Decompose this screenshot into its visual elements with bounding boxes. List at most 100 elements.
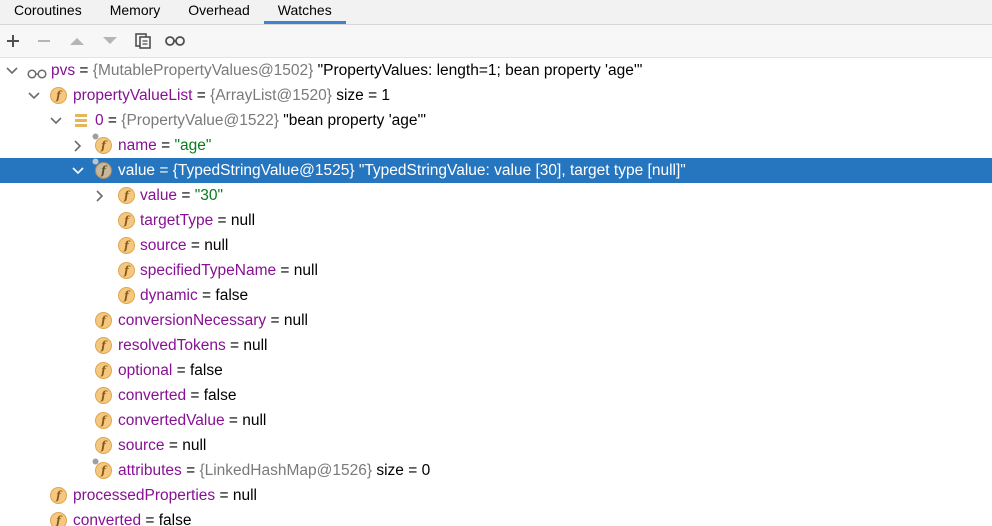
tree-row-resolvedtokens[interactable]: f resolvedTokens = null <box>0 333 992 358</box>
node-equals: = <box>266 312 284 329</box>
tree-row-propertyvaluelist[interactable]: f propertyValueList = {ArrayList@1520} s… <box>0 83 992 108</box>
field-icon: f <box>50 487 67 504</box>
node-value: null <box>283 312 308 329</box>
tree-row-source-2[interactable]: f source = null <box>0 433 992 458</box>
node-name: dynamic <box>140 287 198 304</box>
tree-row-targettype[interactable]: f targetType = null <box>0 208 992 233</box>
tree-row-specifiedtypename[interactable]: f specifiedTypeName = null <box>0 258 992 283</box>
node-equals: = <box>215 487 233 504</box>
node-value: null <box>230 212 256 229</box>
tree-row-element-0[interactable]: 0 = {PropertyValue@1522} "bean property … <box>0 108 992 133</box>
node-name: source <box>118 437 165 454</box>
arrow-up-icon[interactable] <box>64 25 90 57</box>
plus-icon[interactable] <box>0 25 26 57</box>
node-value: null <box>293 262 318 279</box>
node-type: {MutablePropertyValues@1502} <box>92 62 314 79</box>
node-name: convertedValue <box>118 412 225 429</box>
tree-row-dynamic[interactable]: f dynamic = false <box>0 283 992 308</box>
node-equals: = <box>75 62 93 79</box>
tree-row-source[interactable]: f source = null <box>0 233 992 258</box>
node-name: converted <box>118 387 187 404</box>
node-equals: = <box>103 112 122 129</box>
tree-row-convertedvalue[interactable]: f convertedValue = null <box>0 408 992 433</box>
chevron-down-icon[interactable] <box>5 58 19 83</box>
node-equals: = <box>156 137 175 154</box>
node-type: {LinkedHashMap@1526} <box>199 462 373 479</box>
tree-row-name[interactable]: f name = "age" <box>0 133 992 158</box>
node-name: optional <box>118 362 173 379</box>
node-equals: = <box>213 212 231 229</box>
node-equals: = <box>276 262 294 279</box>
node-name: attributes <box>118 462 182 479</box>
tree-row-processedproperties[interactable]: f processedProperties = null <box>0 483 992 508</box>
node-value: null <box>243 337 268 354</box>
minus-icon[interactable] <box>31 25 57 57</box>
node-equals: = <box>155 162 173 179</box>
field-icon: f <box>50 512 67 526</box>
node-value: null <box>232 487 257 504</box>
watch-glasses-icon <box>27 64 47 81</box>
chevron-right-icon[interactable] <box>93 183 107 208</box>
tree-row-inner-value[interactable]: f value = "30" <box>0 183 992 208</box>
tree-row-value-selected[interactable]: f value = {TypedStringValue@1525} "Typed… <box>0 158 992 183</box>
node-equals: = <box>172 362 190 379</box>
node-name: propertyValueList <box>73 87 193 104</box>
watches-toolbar <box>0 25 992 58</box>
tab-memory[interactable]: Memory <box>96 0 175 24</box>
tree-row-optional[interactable]: f optional = false <box>0 358 992 383</box>
node-value: "TypedStringValue: value [30], target ty… <box>354 162 686 179</box>
node-equals: = <box>186 387 204 404</box>
node-name: processedProperties <box>73 487 216 504</box>
node-name: targetType <box>140 212 214 229</box>
node-value: null <box>204 237 229 254</box>
node-value: "bean property 'age'" <box>278 112 426 129</box>
field-icon: f <box>92 133 112 154</box>
field-icon: f <box>95 362 112 379</box>
node-name: specifiedTypeName <box>140 262 277 279</box>
field-icon: f <box>92 158 112 179</box>
node-equals: = <box>197 287 216 304</box>
field-icon: f <box>118 262 135 279</box>
tree-row-conversionnecessary[interactable]: f conversionNecessary = null <box>0 308 992 333</box>
node-value: "age" <box>174 137 212 154</box>
field-icon: f <box>118 187 135 204</box>
chevron-down-icon[interactable] <box>71 158 85 183</box>
node-value: null <box>242 412 267 429</box>
field-icon: f <box>95 412 112 429</box>
arrow-down-icon[interactable] <box>97 25 123 57</box>
tree-row-pvs[interactable]: pvs = {MutablePropertyValues@1502} "Prop… <box>0 58 992 83</box>
node-name: source <box>140 237 187 254</box>
node-value: false <box>158 512 192 526</box>
chevron-down-icon[interactable] <box>27 83 41 108</box>
field-icon: f <box>95 337 112 354</box>
field-icon: f <box>118 237 135 254</box>
node-equals: = <box>186 237 205 254</box>
tab-watches[interactable]: Watches <box>263 0 346 24</box>
node-name: 0 <box>95 112 104 129</box>
node-name: conversionNecessary <box>118 312 267 329</box>
node-value: null <box>182 437 207 454</box>
tree-row-attributes[interactable]: f attributes = {LinkedHashMap@1526} size… <box>0 458 992 483</box>
field-icon: f <box>92 458 112 479</box>
node-equals: = <box>164 437 183 454</box>
tree-row-converted-2[interactable]: f converted = false <box>0 508 992 526</box>
node-equals: = <box>225 337 244 354</box>
node-value: size = 1 <box>331 87 391 104</box>
field-icon: f <box>95 387 112 404</box>
node-name: pvs <box>51 62 76 79</box>
tab-coroutines[interactable]: Coroutines <box>0 0 96 24</box>
node-equals: = <box>141 512 159 526</box>
chevron-down-icon[interactable] <box>49 108 63 133</box>
tab-overhead[interactable]: Overhead <box>174 0 263 24</box>
field-icon: f <box>118 287 135 304</box>
node-equals: = <box>181 462 200 479</box>
node-value: "30" <box>194 187 223 204</box>
chevron-right-icon[interactable] <box>71 133 85 158</box>
field-icon: f <box>95 312 112 329</box>
node-name: value <box>140 187 178 204</box>
node-name: value <box>118 162 156 179</box>
copy-icon[interactable] <box>130 25 156 57</box>
glasses-icon[interactable] <box>162 25 188 57</box>
tree-row-converted[interactable]: f converted = false <box>0 383 992 408</box>
field-icon: f <box>95 437 112 454</box>
